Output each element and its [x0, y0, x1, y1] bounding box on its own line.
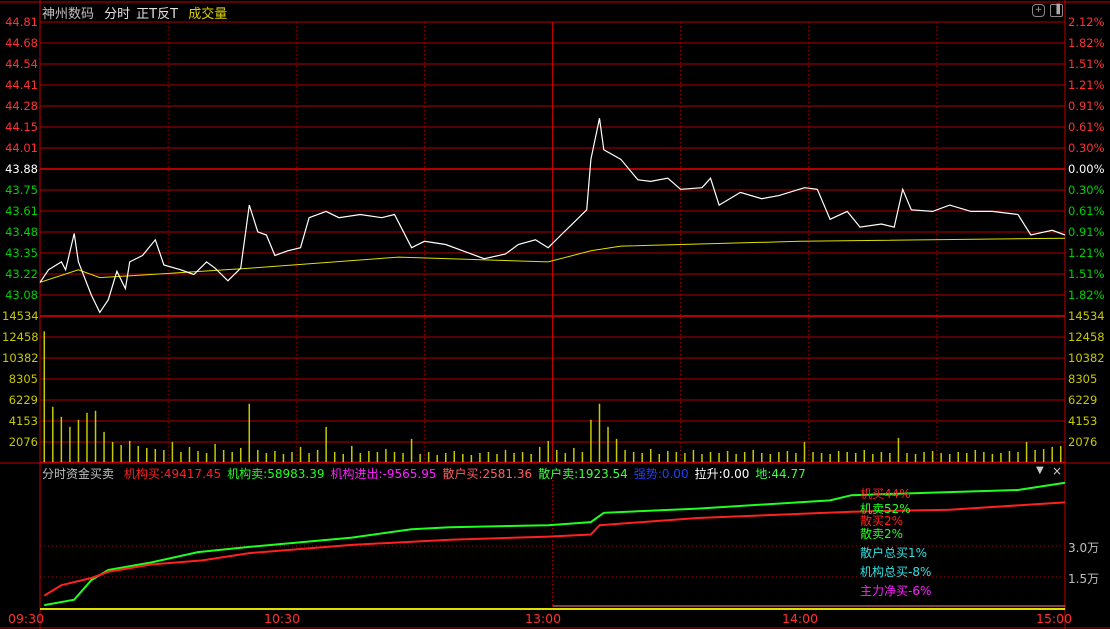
- fund-flow-item: 机构进出:-9565.95: [330, 467, 436, 481]
- volume-axis-label: 12458: [1068, 330, 1105, 344]
- volume-axis-label: 10382: [2, 351, 39, 365]
- percent-axis-label: 0.91%: [1068, 225, 1105, 239]
- percent-axis-label: 1.82%: [1068, 36, 1105, 50]
- price-axis-label: 43.48: [5, 225, 38, 239]
- price-axis-label: 43.88: [5, 162, 38, 176]
- fund-flow-item-label: 散户卖:: [538, 467, 579, 481]
- fund-flow-item: 散户卖:1923.54: [538, 467, 628, 481]
- percent-axis-label: 0.91%: [1068, 99, 1105, 113]
- fund-flow-legend-item: 散户总买1%: [860, 546, 928, 560]
- volume-axis-label: 2076: [8, 435, 38, 449]
- fund-flow-item-label: 散户买:: [442, 467, 483, 481]
- price-axis-label: 44.81: [5, 15, 38, 29]
- fund-flow-item-label: 机构进出:: [330, 467, 383, 481]
- fund-flow-item: 机构卖:58983.39: [227, 467, 324, 481]
- price-axis-label: 44.01: [5, 141, 38, 155]
- percent-axis-label: 1.82%: [1068, 288, 1105, 302]
- fund-flow-legend-item: 散买2%: [860, 514, 904, 528]
- mode-tab-intraday[interactable]: 分时: [104, 7, 130, 22]
- fund-flow-item-value: 58983.39: [267, 467, 325, 481]
- price-axis-label: 43.75: [5, 183, 38, 197]
- volume-label[interactable]: 成交量: [188, 7, 227, 22]
- price-axis-label: 44.15: [5, 120, 38, 134]
- volume-axis-label: 2076: [1068, 435, 1098, 449]
- time-label: 09:30: [8, 611, 45, 626]
- percent-axis-label: 0.61%: [1068, 204, 1105, 218]
- zoom-in-icon[interactable]: +: [1032, 4, 1045, 17]
- fund-flow-legend-item: 机构总买-8%: [860, 565, 932, 579]
- indicator-name[interactable]: 正T反T: [136, 7, 178, 22]
- lower-axis-label: 3.0万: [1068, 541, 1100, 555]
- chart-header: 神州数码 分时 正T反T 成交量: [42, 3, 233, 22]
- fund-flow-legend-item: 散卖2%: [860, 527, 904, 541]
- price-axis-label: 43.22: [5, 267, 38, 281]
- time-label: 10:30: [264, 611, 301, 626]
- volume-axis-label: 10382: [1068, 351, 1105, 365]
- volume-axis-label: 6229: [8, 393, 38, 407]
- fund-flow-item-value: 0.00: [661, 467, 689, 481]
- close-icon[interactable]: ×: [1052, 464, 1062, 478]
- percent-axis-label: 0.61%: [1068, 120, 1105, 134]
- price-axis-label: 43.08: [5, 288, 38, 302]
- lower-axis-label: 1.5万: [1068, 572, 1100, 586]
- price-axis-label: 44.28: [5, 99, 38, 113]
- fund-flow-header: 分时资金买卖 机构买:49417.45 机构卖:58983.39 机构进出:-956…: [42, 465, 806, 482]
- fund-flow-item-label: 机构买:: [123, 467, 164, 481]
- fund-flow-item-label: 机构卖:: [227, 467, 268, 481]
- fund-flow-item: 地:44.77: [755, 467, 805, 481]
- percent-axis-label: 0.30%: [1068, 183, 1105, 197]
- volume-axis-label: 14534: [1068, 309, 1105, 323]
- triangle-down-icon[interactable]: ▼: [1036, 465, 1044, 476]
- fund-flow-item: 散户买:2581.36: [442, 467, 532, 481]
- fund-flow-item-value: 1923.54: [578, 467, 628, 481]
- volume-axis-label: 8305: [8, 372, 38, 386]
- price-axis-label: 44.54: [5, 57, 38, 71]
- stock-name: 神州数码: [42, 7, 95, 22]
- fund-flow-legend-item: 机买44%: [860, 487, 911, 501]
- volume-axis-label: 4153: [8, 414, 38, 428]
- fund-flow-item-label: 地:: [755, 467, 772, 481]
- percent-axis-label: 1.21%: [1068, 78, 1105, 92]
- fund-flow-item: 强势:0.00: [634, 467, 689, 481]
- fund-flow-item-value: 49417.45: [163, 467, 222, 481]
- time-label: 15:00: [1036, 611, 1073, 626]
- fund-flow-legend-item: 主力净买-6%: [860, 584, 932, 598]
- price-axis-label: 43.61: [5, 204, 38, 218]
- volume-axis-label: 12458: [2, 330, 39, 344]
- fund-flow-title: 分时资金买卖: [42, 467, 115, 481]
- fund-flow-item-label: 拉升:: [694, 467, 723, 481]
- intraday-chart: [0, 0, 1110, 629]
- fund-flow-item: 拉升:0.00: [695, 467, 750, 481]
- percent-axis-label: 1.21%: [1068, 246, 1105, 260]
- percent-axis-label: 1.51%: [1068, 57, 1105, 71]
- percent-axis-label: 0.30%: [1068, 141, 1105, 155]
- fund-flow-item-value: -9565.95: [382, 467, 437, 481]
- price-axis-label: 44.68: [5, 36, 38, 50]
- percent-axis-label: 1.51%: [1068, 267, 1105, 281]
- volume-axis-label: 6229: [1068, 393, 1098, 407]
- fund-flow-item-value: 0.00: [722, 467, 750, 481]
- volume-axis-label: 8305: [1068, 372, 1098, 386]
- price-axis-label: 44.41: [5, 78, 38, 92]
- percent-axis-label: 0.00%: [1068, 162, 1105, 176]
- volume-axis-label: 4153: [1068, 414, 1098, 428]
- fund-flow-item-value: 44.77: [771, 467, 806, 481]
- price-axis-label: 43.35: [5, 246, 38, 260]
- sidebar-toggle-icon[interactable]: ▐: [1050, 4, 1063, 17]
- fund-flow-item: 机构买:49417.45: [124, 467, 221, 481]
- time-label: 13:00: [525, 611, 562, 626]
- percent-axis-label: 2.12%: [1068, 15, 1105, 29]
- fund-flow-item-value: 2581.36: [482, 467, 533, 481]
- time-label: 14:00: [782, 611, 819, 626]
- volume-axis-label: 14534: [2, 309, 39, 323]
- fund-flow-item-label: 强势:: [633, 467, 662, 481]
